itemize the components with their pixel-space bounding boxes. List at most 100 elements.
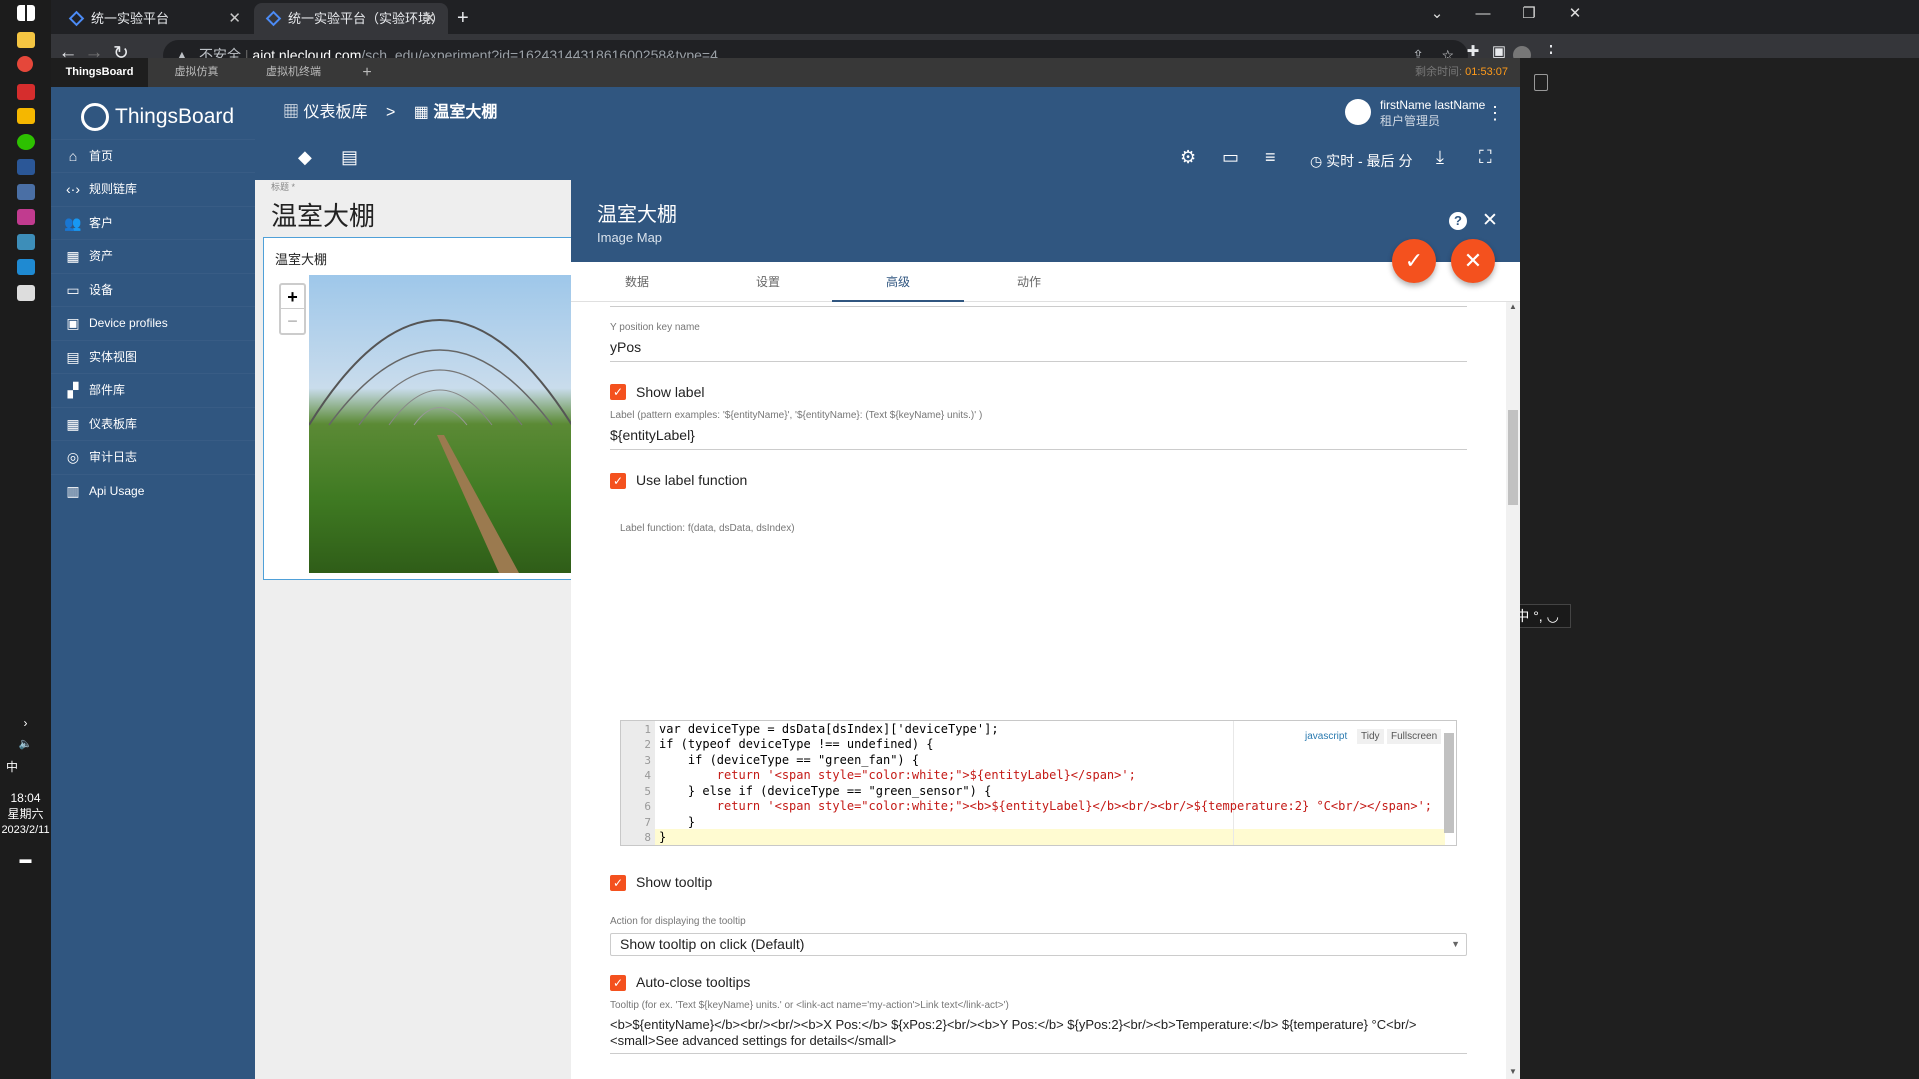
ime-indicator[interactable]: 中 bbox=[0, 758, 51, 776]
close-tab-icon[interactable]: ✕ bbox=[423, 3, 436, 34]
scroll-up-icon[interactable]: ▲ bbox=[1506, 302, 1520, 311]
tab-data[interactable]: 数据 bbox=[571, 262, 703, 302]
tab-thingsboard[interactable]: ThingsBoard bbox=[51, 58, 148, 87]
windows-start-icon[interactable] bbox=[17, 5, 35, 21]
sidebar-item-rule-chains[interactable]: ‹·› 规则链库 bbox=[51, 172, 255, 205]
app-icon-4[interactable] bbox=[17, 209, 35, 225]
line-number: 6 bbox=[644, 800, 651, 813]
document-icon[interactable] bbox=[1534, 74, 1548, 91]
wechat-icon[interactable] bbox=[17, 134, 35, 150]
tooltip-pattern-input[interactable]: <b>${entityName}</b><br/><br/><b>X Pos:<… bbox=[610, 1017, 1467, 1054]
panel-scrollbar[interactable]: ▲ ▼ bbox=[1506, 302, 1520, 1079]
close-window-button[interactable]: ✕ bbox=[1552, 0, 1598, 30]
tidy-button[interactable]: Tidy bbox=[1357, 729, 1384, 744]
tray-chevron-icon[interactable]: › bbox=[0, 714, 51, 732]
fullscreen-button[interactable]: Fullscreen bbox=[1387, 729, 1442, 744]
download-icon[interactable]: ⤓ bbox=[1436, 147, 1444, 168]
sidebar-item-dashboards[interactable]: ▦ 仪表板库 bbox=[51, 407, 255, 440]
home-icon: ⌂ bbox=[68, 148, 78, 164]
new-tab-button[interactable]: + bbox=[449, 3, 481, 34]
vscode-icon[interactable] bbox=[17, 259, 35, 275]
app-icon-3[interactable] bbox=[17, 184, 35, 200]
show-label-checkbox[interactable]: ✓ bbox=[610, 384, 626, 400]
view-list-icon[interactable]: ▤ bbox=[341, 147, 358, 168]
timer-value: 01:53:07 bbox=[1465, 66, 1508, 78]
breadcrumb-dashboards[interactable]: 仪表板库 bbox=[303, 104, 367, 121]
cancel-button[interactable]: ✕ bbox=[1451, 239, 1495, 283]
dashboard-title[interactable]: 温室大棚 bbox=[271, 196, 375, 233]
filter-icon[interactable]: ≡ bbox=[1265, 147, 1276, 168]
word-icon[interactable] bbox=[17, 159, 35, 175]
editor-scrollbar[interactable] bbox=[1444, 733, 1454, 833]
chrome-icon[interactable] bbox=[17, 56, 33, 72]
use-label-function-text: Use label function bbox=[636, 472, 748, 488]
tab-settings[interactable]: 设置 bbox=[702, 262, 834, 302]
more-vert-icon[interactable]: ⋮ bbox=[1486, 103, 1504, 124]
ypos-key-label: Y position key name bbox=[610, 322, 700, 333]
sidebar-item-devices[interactable]: ▭ 设备 bbox=[51, 273, 255, 306]
ypos-key-input[interactable]: yPos bbox=[610, 339, 1467, 362]
close-icon[interactable]: ✕ bbox=[1482, 209, 1498, 232]
use-label-function-checkbox[interactable]: ✓ bbox=[610, 473, 626, 489]
help-icon[interactable]: ? bbox=[1449, 212, 1467, 230]
zoom-in-button[interactable]: + bbox=[281, 285, 304, 309]
sidebar-item-assets[interactable]: ▦ 资产 bbox=[51, 239, 255, 272]
devices-icon[interactable]: ▭ bbox=[1222, 147, 1239, 168]
tab-vm-terminal[interactable]: 虚拟机终端 bbox=[245, 58, 342, 87]
add-tab-button[interactable]: + bbox=[342, 58, 392, 87]
auto-close-text: Auto-close tooltips bbox=[636, 974, 751, 990]
top-header: ▦ 仪表板库 > ▦ 温室大棚 firstName lastName 租户管理员… bbox=[255, 87, 1520, 180]
fullscreen-icon[interactable]: ⛶ bbox=[1479, 147, 1492, 168]
tab-search-icon[interactable]: ⌄ bbox=[1414, 0, 1460, 30]
tab-actions[interactable]: 动作 bbox=[963, 262, 1095, 302]
sidebar-item-entity-views[interactable]: ▤ 实体视图 bbox=[51, 340, 255, 373]
greenhouse-map-image[interactable] bbox=[309, 275, 572, 573]
browser-tab-active[interactable]: 统一实验平台（实验环境） ✕ bbox=[254, 3, 448, 34]
layers-icon[interactable]: ◆ bbox=[298, 147, 312, 168]
devices-icon: ▭ bbox=[66, 282, 80, 298]
photos-icon[interactable] bbox=[17, 285, 35, 301]
user-role: 租户管理员 bbox=[1380, 114, 1441, 128]
sidebar-item-api-usage[interactable]: ▥ Api Usage bbox=[51, 474, 255, 507]
image-map-widget[interactable]: 温室大棚 + − bbox=[263, 237, 572, 580]
active-line-highlight bbox=[655, 829, 1445, 845]
sidebar-item-home[interactable]: ⌂ 首页 bbox=[51, 139, 255, 172]
chart-icon: ▥ bbox=[66, 483, 80, 499]
user-info[interactable]: firstName lastName 租户管理员 bbox=[1380, 97, 1485, 129]
clock-icon: ◷ bbox=[1310, 153, 1323, 169]
label-pattern-input[interactable]: ${entityLabel} bbox=[610, 427, 1467, 450]
tab-virtual-sim[interactable]: 虚拟仿真 bbox=[148, 58, 245, 87]
line-number: 7 bbox=[644, 816, 651, 829]
app-icon-5[interactable] bbox=[17, 234, 35, 250]
sidebar-item-widgets[interactable]: ▞ 部件库 bbox=[51, 373, 255, 406]
timewindow[interactable]: ◷ 实时 - 最后 分 bbox=[1310, 151, 1412, 171]
app-icon[interactable] bbox=[17, 84, 35, 100]
tooltip-action-select[interactable]: Show tooltip on click (Default) ▼ bbox=[610, 933, 1467, 956]
show-tooltip-checkbox[interactable]: ✓ bbox=[610, 875, 626, 891]
account-circle-icon[interactable] bbox=[1345, 99, 1371, 125]
experiment-tab-bar: ThingsBoard 虚拟仿真 虚拟机终端 + 剩余时间: 01:53:07 bbox=[51, 58, 1520, 87]
label-function-editor[interactable]: 1 2 3 4 5 6 7 8 var deviceType = dsData[… bbox=[620, 720, 1457, 846]
tab-advanced[interactable]: 高级 bbox=[832, 262, 964, 302]
apply-button[interactable]: ✓ bbox=[1392, 239, 1436, 283]
scroll-down-icon[interactable]: ▼ bbox=[1506, 1067, 1520, 1076]
volume-icon[interactable]: 🔈 bbox=[0, 735, 51, 753]
file-explorer-icon[interactable] bbox=[17, 32, 35, 48]
notification-icon[interactable]: ▬ bbox=[0, 850, 51, 868]
browser-tab-strip: 统一实验平台 ✕ 统一实验平台（实验环境） ✕ + ⌄ — ❐ ✕ bbox=[51, 0, 1919, 34]
auto-close-checkbox[interactable]: ✓ bbox=[610, 975, 626, 991]
minimize-button[interactable]: — bbox=[1460, 0, 1506, 30]
zoom-out-button[interactable]: − bbox=[281, 309, 304, 333]
label-function-label: Label function: f(data, dsData, dsIndex) bbox=[620, 523, 795, 534]
thingsboard-logo[interactable]: ThingsBoard bbox=[81, 99, 234, 139]
restore-button[interactable]: ❐ bbox=[1506, 0, 1552, 30]
browser-tab[interactable]: 统一实验平台 ✕ bbox=[57, 3, 253, 34]
sidebar-item-customers[interactable]: 👥 客户 bbox=[51, 206, 255, 239]
scrollbar-thumb[interactable] bbox=[1508, 410, 1518, 505]
app-icon-2[interactable] bbox=[17, 108, 35, 124]
settings-gear-icon[interactable]: ⚙ bbox=[1180, 147, 1196, 168]
sidebar-item-audit-logs[interactable]: ◎ 审计日志 bbox=[51, 440, 255, 473]
sidebar-item-device-profiles[interactable]: ▣ Device profiles bbox=[51, 306, 255, 339]
code-line: return '<span style="color:white;">${ent… bbox=[659, 768, 1136, 782]
close-tab-icon[interactable]: ✕ bbox=[228, 3, 241, 34]
